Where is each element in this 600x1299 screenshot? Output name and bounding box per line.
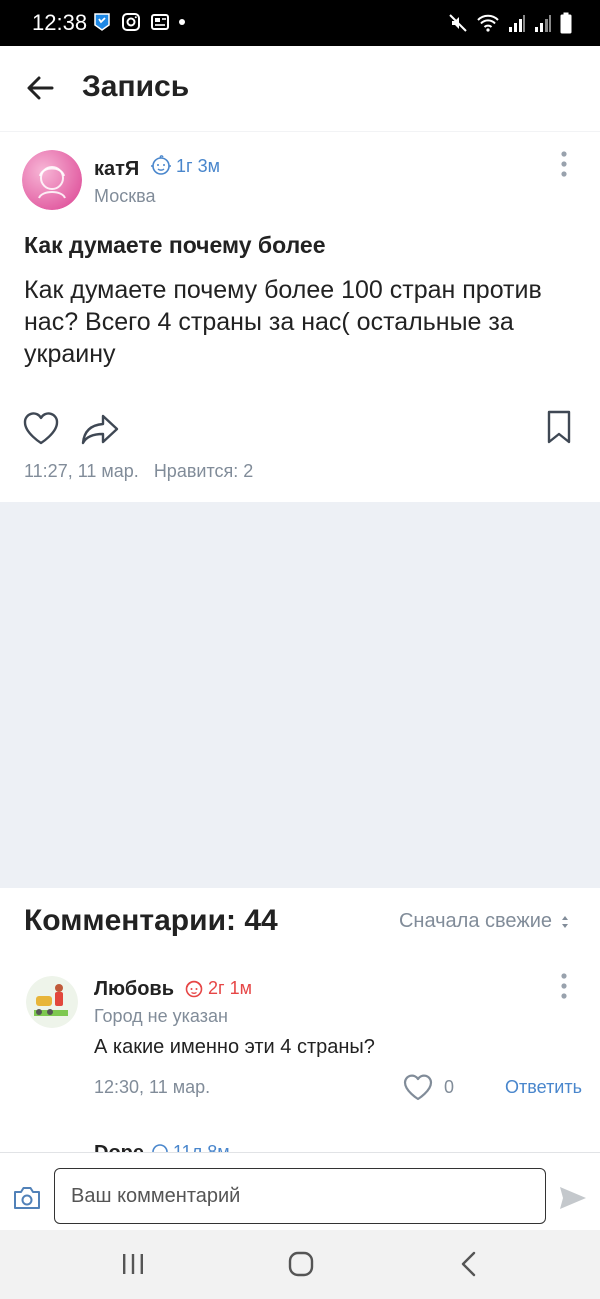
commenter-badge: 2г 1м xyxy=(183,977,252,999)
nav-back-icon[interactable] xyxy=(458,1251,480,1277)
child-icon xyxy=(185,980,203,998)
share-arrow-icon[interactable] xyxy=(80,412,120,446)
comments-header: Комментарии: 44 Сначала свежие xyxy=(0,888,600,958)
partial-commenter-badge: 11л 8м xyxy=(150,1142,230,1152)
home-icon[interactable] xyxy=(288,1251,314,1277)
comment-item-partial: Dope 11л 8м xyxy=(0,1138,600,1152)
post-meta: 11:27, 11 мар. Нравится: 2 xyxy=(24,461,253,482)
commenter-city: Город не указан xyxy=(94,1006,228,1026)
baby-icon xyxy=(152,1144,168,1152)
author-city: Москва xyxy=(94,186,156,206)
sort-label: Сначала свежие xyxy=(398,910,552,932)
status-bar: 12:38 xyxy=(0,0,600,46)
comment-like-count: 0 xyxy=(444,1077,455,1097)
vk-notification-icon xyxy=(94,13,110,31)
more-options-icon[interactable] xyxy=(556,150,572,178)
news-icon xyxy=(151,14,169,30)
signal-icon xyxy=(509,15,525,32)
comment-compose-bar xyxy=(0,1152,600,1230)
sort-arrows-icon xyxy=(562,915,568,928)
comment-like-heart-icon[interactable] xyxy=(402,1072,434,1102)
notification-dot xyxy=(179,19,185,25)
like-heart-icon[interactable] xyxy=(22,410,60,446)
author-name[interactable]: катЯ xyxy=(94,158,139,181)
bookmark-icon[interactable] xyxy=(546,410,572,444)
author-badge-text: 1г 3м xyxy=(176,155,220,176)
comments-title: Комментарии: 44 xyxy=(24,904,278,937)
post-separator-area xyxy=(0,502,600,888)
status-icons-right xyxy=(448,12,572,34)
post: катЯ 1г 3м Москва Как думаете почему бол… xyxy=(0,132,600,502)
battery-icon xyxy=(560,12,572,34)
instagram-icon xyxy=(122,13,140,31)
status-time: 12:38 xyxy=(32,10,88,35)
comment-text: А какие именно эти 4 страны? xyxy=(94,1036,375,1058)
commenter-badge-text: 2г 1м xyxy=(208,977,252,998)
comments-sort-select[interactable]: Сначала свежие xyxy=(399,910,570,933)
comment-input[interactable] xyxy=(54,1168,546,1224)
app-header: Запись xyxy=(0,46,600,132)
comment-time: 12:30, 11 мар. xyxy=(94,1077,211,1097)
commenter-name[interactable]: Любовь xyxy=(94,978,174,1001)
send-icon[interactable] xyxy=(558,1185,588,1211)
camera-icon[interactable] xyxy=(12,1185,42,1211)
page-title: Запись xyxy=(82,70,190,103)
comment-item: Любовь 2г 1м Город не указан А какие име… xyxy=(0,958,600,1138)
post-time: 11:27, 11 мар. xyxy=(24,461,139,481)
post-text: Как думаете почему более 100 стран проти… xyxy=(24,276,542,368)
recent-apps-icon[interactable] xyxy=(120,1252,146,1276)
back-arrow-icon[interactable] xyxy=(24,72,56,104)
comment-more-options-icon[interactable] xyxy=(556,972,572,1000)
wifi-icon xyxy=(477,14,499,32)
status-icons-left xyxy=(92,12,185,32)
system-nav-bar xyxy=(0,1230,600,1299)
author-badge: 1г 3м xyxy=(149,155,220,177)
baby-icon xyxy=(151,155,171,175)
reply-button[interactable]: Ответить xyxy=(505,1077,582,1098)
post-likes-count[interactable]: Нравится: 2 xyxy=(154,461,253,481)
partial-commenter-name[interactable]: Dope xyxy=(94,1142,144,1152)
partial-commenter-badge-text: 11л 8м xyxy=(173,1142,230,1152)
commenter-avatar[interactable] xyxy=(26,976,78,1028)
post-title: Как думаете почему более xyxy=(24,232,326,258)
signal-icon-2 xyxy=(535,15,551,32)
mute-icon xyxy=(449,14,467,32)
author-avatar[interactable] xyxy=(22,150,82,210)
